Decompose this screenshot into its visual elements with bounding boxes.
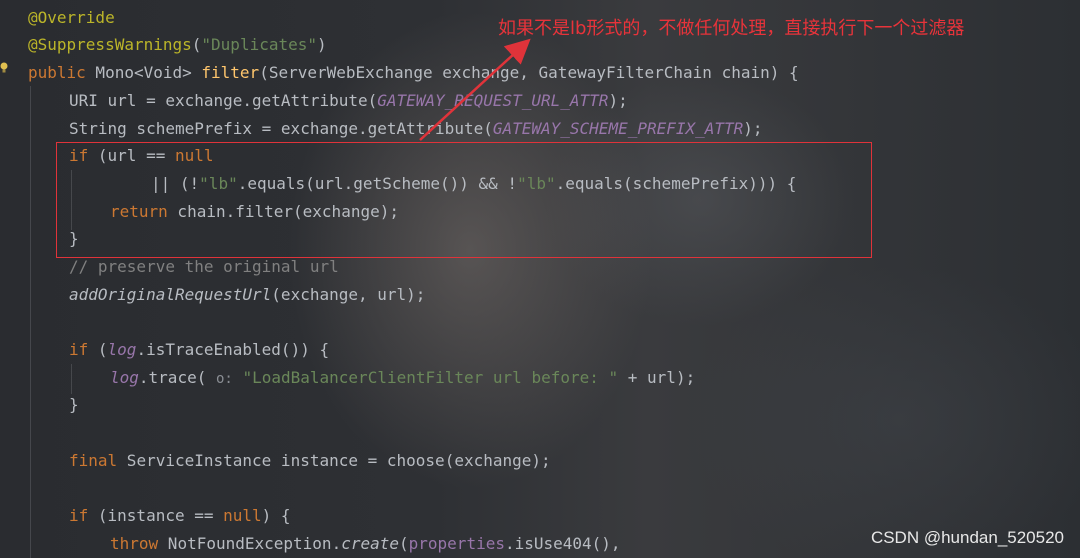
annotation-note: 如果不是lb形式的，不做任何处理，直接执行下一个过滤器: [498, 18, 965, 39]
watermark: CSDN @hundan_520520: [870, 528, 1064, 547]
annotation-arrow: [419, 38, 531, 141]
